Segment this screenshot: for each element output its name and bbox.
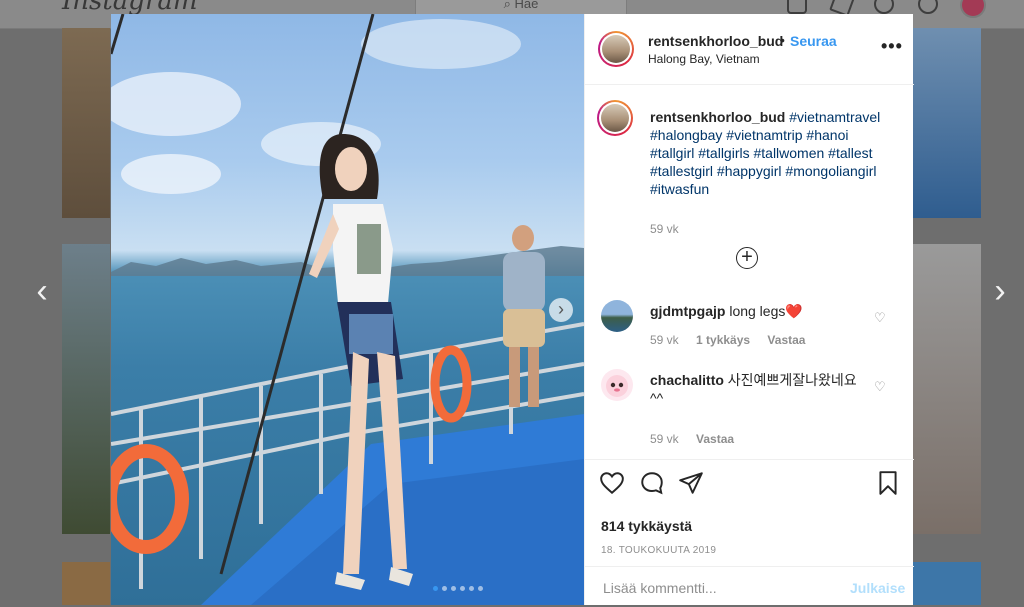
likes-count[interactable]: 814 tykkäystä xyxy=(601,518,692,534)
photo-illustration xyxy=(111,14,584,605)
background-grid-tile xyxy=(913,28,981,218)
post-actions: 814 tykkäystä 18. TOUKOKUUTA 2019 Julkai… xyxy=(585,459,914,606)
next-post-chevron-right-icon[interactable]: › xyxy=(988,274,1012,308)
comment-likes[interactable]: 1 tykkäys xyxy=(696,333,750,347)
comment-body: long legs❤️ xyxy=(729,303,803,319)
comment-username[interactable]: gjdmtpgajp xyxy=(650,303,725,319)
post-location[interactable]: Halong Bay, Vietnam xyxy=(648,52,760,66)
comment-bubble-icon[interactable] xyxy=(639,470,665,496)
comment-meta: 59 vk 1 tykkäys Vastaa xyxy=(650,333,819,347)
caption-text: rentsenkhorloo_bud #vietnamtravel #halon… xyxy=(650,108,895,198)
caption-username[interactable]: rentsenkhorloo_bud xyxy=(650,109,785,125)
more-options-icon[interactable]: ••• xyxy=(881,36,903,57)
reply-button[interactable]: Vastaa xyxy=(696,432,734,446)
add-comment-bar: Julkaise xyxy=(585,566,914,607)
comment-time[interactable]: 59 vk xyxy=(650,432,679,446)
background-grid-tile xyxy=(913,562,981,605)
comment-text: gjdmtpgajp long legs❤️ xyxy=(650,302,860,320)
carousel-next-chevron-right-icon[interactable]: › xyxy=(549,298,573,322)
caption-timestamp[interactable]: 59 vk xyxy=(650,222,679,236)
share-paper-plane-icon[interactable] xyxy=(678,470,704,496)
comment-time[interactable]: 59 vk xyxy=(650,333,679,347)
carousel-dot xyxy=(451,586,456,591)
load-more-comments-plus-circle-icon[interactable]: + xyxy=(736,247,758,269)
save-bookmark-icon[interactable] xyxy=(875,470,901,496)
like-heart-icon[interactable] xyxy=(599,470,625,496)
post-date[interactable]: 18. TOUKOKUUTA 2019 xyxy=(601,545,716,556)
carousel-dot xyxy=(442,586,447,591)
background-grid-tile xyxy=(913,244,981,534)
activity-heart-icon[interactable] xyxy=(918,0,938,14)
previous-post-chevron-left-icon[interactable]: ‹ xyxy=(30,274,54,308)
cartoon-face-icon xyxy=(606,375,628,397)
background-grid-tile xyxy=(62,28,110,218)
carousel-dot xyxy=(460,586,465,591)
post-modal: › rentsenkhorloo_bud • Seuraa Halong Bay… xyxy=(111,14,914,606)
background-grid-tile xyxy=(62,562,110,605)
author-avatar[interactable] xyxy=(598,31,634,67)
separator-dot: • xyxy=(780,32,785,48)
carousel-dot xyxy=(433,586,438,591)
comment-text: chachalitto 사진예쁘게잘나왔네요^^ xyxy=(650,371,860,407)
comment-like-heart-icon[interactable]: ♡ xyxy=(874,310,886,326)
carousel-dot xyxy=(478,586,483,591)
comment-like-heart-icon[interactable]: ♡ xyxy=(874,379,886,395)
background-grid-tile xyxy=(62,244,110,534)
carousel-dots xyxy=(433,586,483,591)
post-header: rentsenkhorloo_bud • Seuraa Halong Bay, … xyxy=(585,14,914,85)
author-username[interactable]: rentsenkhorloo_bud xyxy=(648,33,783,49)
search-placeholder: Hae xyxy=(514,0,539,11)
comment-avatar[interactable] xyxy=(601,369,633,401)
carousel-dot xyxy=(469,586,474,591)
comment-avatar[interactable] xyxy=(601,300,633,332)
explore-icon[interactable] xyxy=(874,0,894,14)
comment-meta: 59 vk Vastaa xyxy=(650,432,748,446)
profile-avatar[interactable] xyxy=(960,0,986,18)
home-icon[interactable] xyxy=(787,0,807,14)
follow-button[interactable]: Seuraa xyxy=(790,33,837,49)
post-sidebar: rentsenkhorloo_bud • Seuraa Halong Bay, … xyxy=(584,14,914,606)
caption-avatar[interactable] xyxy=(597,100,633,136)
post-photo[interactable]: › xyxy=(111,14,584,605)
reply-button[interactable]: Vastaa xyxy=(767,333,805,347)
publish-button[interactable]: Julkaise xyxy=(850,580,905,596)
comment-username[interactable]: chachalitto xyxy=(650,372,724,388)
comment-input[interactable] xyxy=(601,579,835,597)
